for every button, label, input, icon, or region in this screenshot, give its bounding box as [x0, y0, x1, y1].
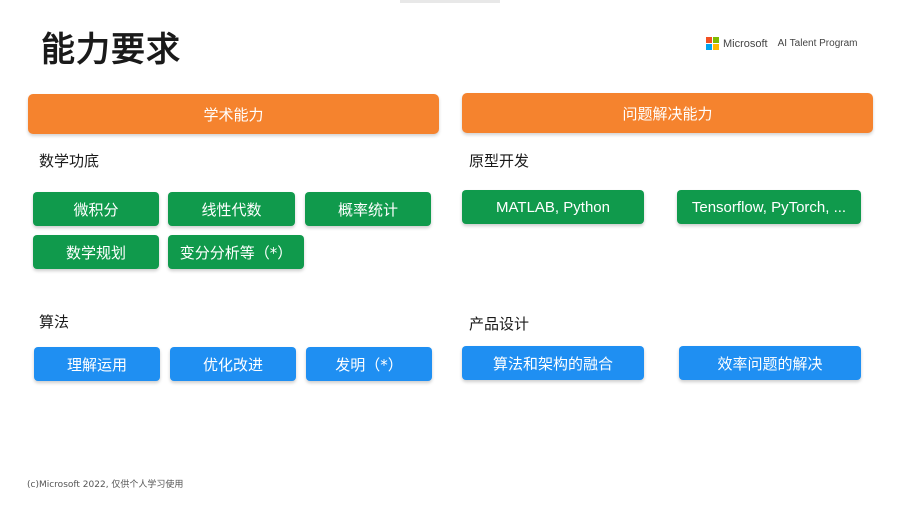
math-chip-math-programming: 数学规划: [33, 235, 159, 269]
proto-chip-matlab-python: MATLAB, Python: [462, 190, 644, 224]
math-chip-calculus: 微积分: [33, 192, 159, 226]
top-edge-bar: [400, 0, 500, 3]
math-chip-variational-analysis: 变分分析等（*）: [168, 235, 304, 269]
logo-square-green: [713, 37, 719, 43]
page-title: 能力要求: [41, 30, 181, 70]
copyright-footer: (c)Microsoft 2022, 仅供个人学习使用: [27, 480, 184, 490]
microsoft-logo-icon: [706, 37, 719, 50]
algo-chip-understand-apply: 理解运用: [34, 347, 160, 381]
product-design-heading: 产品设计: [469, 315, 530, 333]
logo-square-yellow: [713, 44, 719, 50]
product-chip-efficiency: 效率问题的解决: [679, 346, 861, 380]
logo-square-blue: [706, 44, 712, 50]
academic-ability-header: 学术能力: [28, 94, 439, 134]
brand-company: Microsoft: [723, 37, 768, 50]
math-chip-linear-algebra: 线性代数: [168, 192, 295, 226]
prototype-dev-heading: 原型开发: [469, 152, 530, 170]
logo-square-red: [706, 37, 712, 43]
math-foundation-heading: 数学功底: [39, 152, 100, 170]
product-chip-algo-architecture: 算法和架构的融合: [462, 346, 644, 380]
problem-solving-header: 问题解决能力: [462, 93, 873, 133]
algo-chip-optimize-improve: 优化改进: [170, 347, 296, 381]
brand-program: AI Talent Program: [777, 38, 858, 49]
algorithm-heading: 算法: [39, 313, 70, 331]
algo-chip-invent: 发明（*）: [306, 347, 432, 381]
math-chip-probability: 概率统计: [305, 192, 431, 226]
proto-chip-tensorflow-pytorch: Tensorflow, PyTorch, ...: [677, 190, 861, 224]
brand-logo: Microsoft AI Talent Program: [706, 37, 857, 50]
